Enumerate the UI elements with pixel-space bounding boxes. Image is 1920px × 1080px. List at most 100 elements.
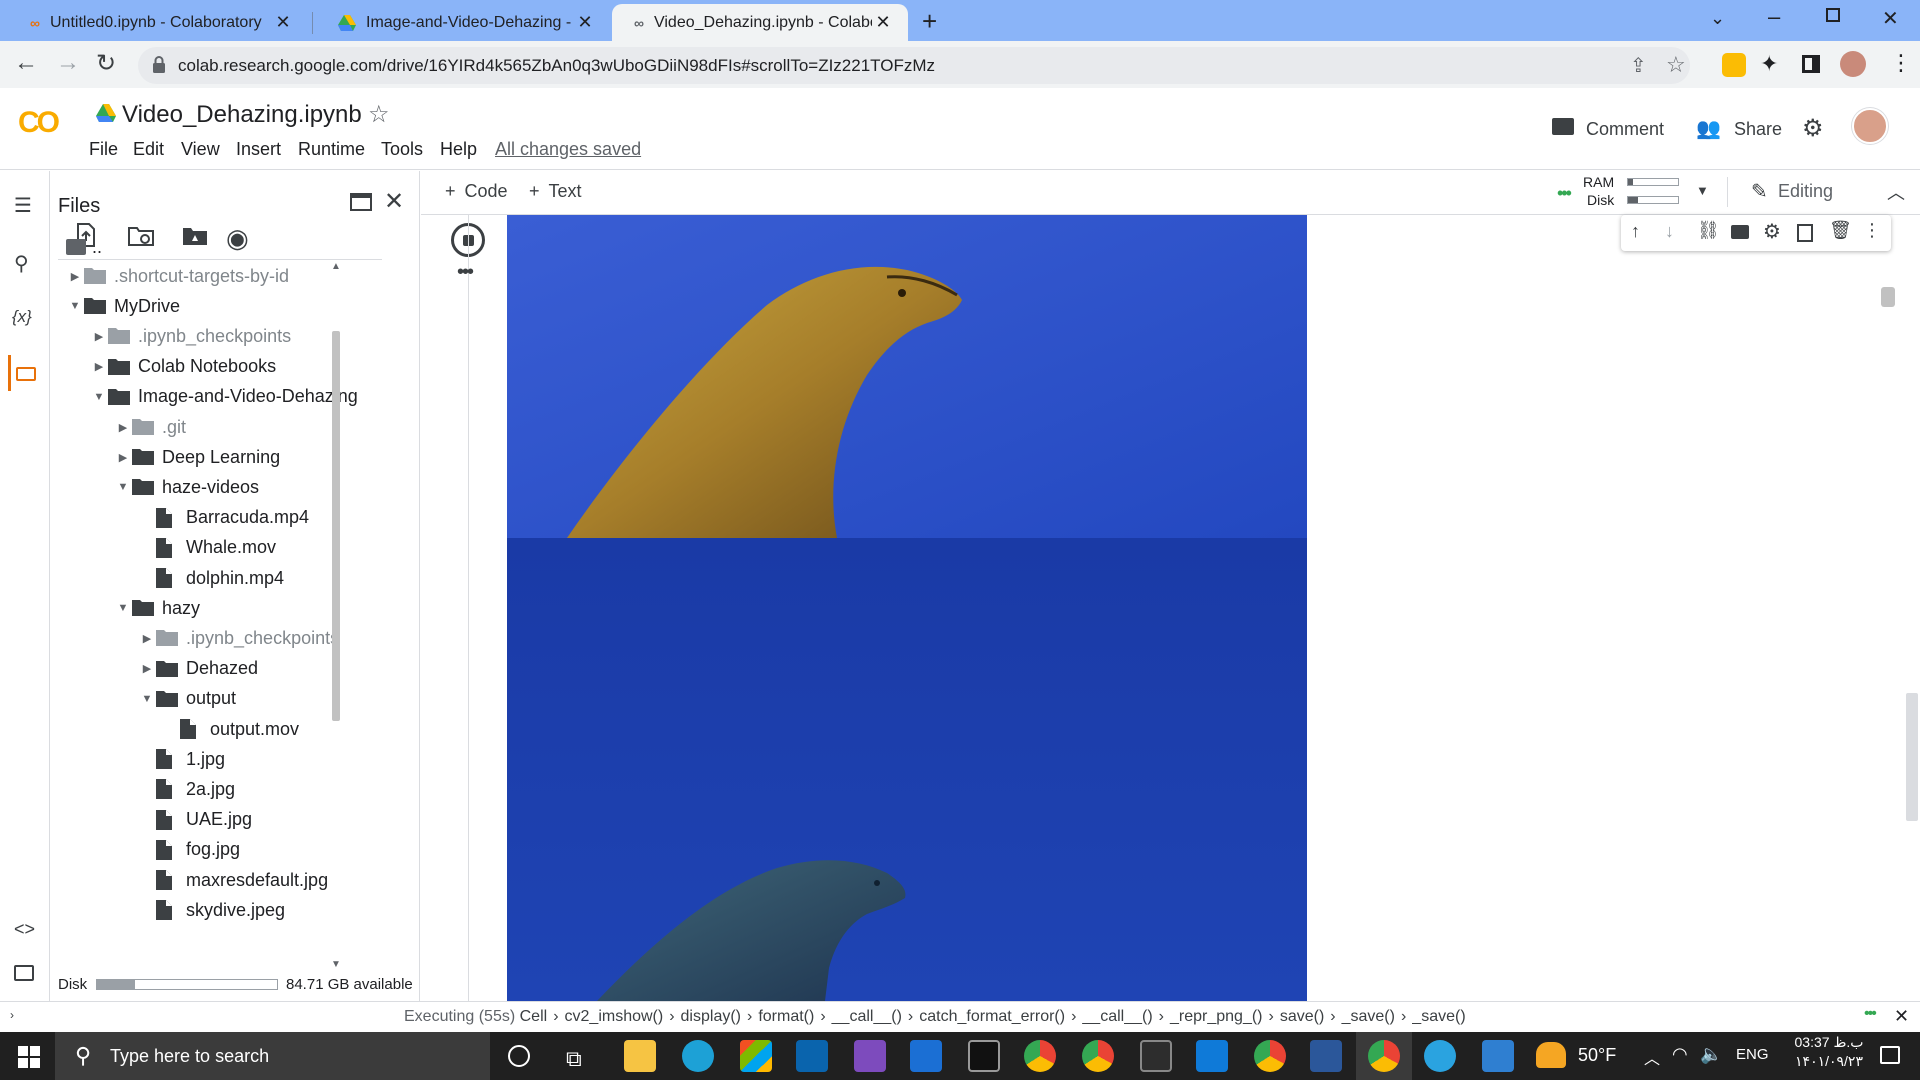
code-snippets-icon[interactable]: <> [14, 919, 35, 940]
cell-settings-gear-icon[interactable]: ⚙ [1763, 219, 1781, 244]
volume-icon[interactable]: 🔈 [1700, 1044, 1722, 1065]
taskbar-search-box[interactable]: ⚲ Type here to search [55, 1032, 490, 1080]
notebook-scrollbar-thumb[interactable] [1906, 693, 1918, 821]
close-status-icon[interactable]: ✕ [1894, 1006, 1909, 1027]
media-player-icon[interactable] [910, 1040, 942, 1072]
menu-edit[interactable]: Edit [133, 139, 164, 160]
folder-icon[interactable] [16, 367, 36, 381]
extensions-puzzle-icon[interactable]: ✦ [1760, 51, 1778, 77]
star-notebook-icon[interactable]: ☆ [368, 100, 390, 129]
edge-browser-icon[interactable] [682, 1040, 714, 1072]
folder-row[interactable]: ▼ hazy [114, 594, 200, 622]
collapse-arrow-icon[interactable]: ▼ [138, 693, 156, 705]
ram-meter[interactable] [1627, 178, 1679, 186]
reload-icon[interactable]: ↻ [96, 49, 116, 78]
file-row[interactable]: UAE.jpg [138, 806, 252, 834]
tab-search-chevron-icon[interactable]: ⌄ [1710, 8, 1725, 29]
open-in-tab-icon[interactable] [350, 193, 372, 211]
tab-close-icon[interactable]: ✕ [574, 12, 596, 33]
folder-row[interactable]: ▶ .ipynb_checkpoints [138, 624, 339, 652]
mail-icon[interactable] [796, 1040, 828, 1072]
folder-row[interactable]: ▶ .shortcut-targets-by-id [66, 262, 289, 290]
mirror-cell-icon[interactable] [1797, 224, 1813, 242]
file-row[interactable]: maxresdefault.jpg [138, 866, 328, 894]
share-button[interactable]: Share [1734, 119, 1782, 140]
menu-runtime[interactable]: Runtime [298, 139, 365, 160]
expand-arrow-icon[interactable]: ▶ [114, 451, 132, 464]
expand-arrow-icon[interactable]: ▶ [66, 270, 84, 283]
execution-stack[interactable]: Executing (55s) Cell › cv2_imshow() › displa… [404, 1008, 1466, 1026]
share-page-icon[interactable]: ⇪ [1630, 53, 1647, 78]
output-more-dots-icon[interactable]: ••• [457, 261, 474, 284]
side-panel-icon[interactable] [1802, 55, 1820, 73]
windows-start-icon[interactable] [18, 1046, 40, 1068]
file-row[interactable]: Barracuda.mp4 [138, 504, 309, 532]
task-view-icon[interactable]: ⧉ [566, 1046, 582, 1072]
window-restore-icon[interactable] [1826, 8, 1840, 22]
search-icon[interactable]: ⚲ [14, 251, 29, 276]
folder-row[interactable]: ▼ MyDrive [66, 292, 180, 320]
tab-close-icon[interactable]: ✕ [872, 12, 894, 33]
taskbar-clock[interactable]: 03:37 ب.ظ ۱۴۰۱/۰۹/۲۳ [1784, 1034, 1874, 1070]
resources-dropdown-icon[interactable]: ▼ [1696, 183, 1709, 198]
expand-arrow-icon[interactable]: ▶ [138, 662, 156, 675]
folder-row[interactable]: ▶ Deep Learning [114, 443, 280, 471]
browser-tab-github-repo[interactable]: Image-and-Video-Dehazing - Go ✕ [316, 4, 610, 41]
chrome-profile-icon[interactable] [1082, 1040, 1114, 1072]
parent-directory-row[interactable]: .. [66, 233, 102, 261]
file-explorer-icon[interactable] [624, 1040, 656, 1072]
delete-cell-trash-icon[interactable]: 🗑 [1829, 220, 1852, 241]
folder-row[interactable]: ▶ Colab Notebooks [90, 353, 276, 381]
folder-row[interactable]: ▶ Dehazed [138, 655, 258, 683]
folder-row[interactable]: ▼ output [138, 685, 237, 713]
chrome-active-icon[interactable] [1368, 1040, 1400, 1072]
disk-meter[interactable] [1627, 196, 1679, 204]
folder-row[interactable]: ▶ .git [114, 413, 186, 441]
vscode-icon[interactable] [1196, 1040, 1228, 1072]
collapse-header-chevron-icon[interactable]: ︿ [1887, 179, 1905, 205]
expand-arrow-icon[interactable]: ▶ [114, 421, 132, 434]
mount-drive-icon[interactable] [182, 225, 208, 247]
file-row[interactable]: 1.jpg [138, 745, 225, 773]
profile-avatar[interactable] [1840, 51, 1866, 77]
collapse-arrow-icon[interactable]: ▼ [114, 481, 132, 493]
expand-arrow-icon[interactable]: ▶ [90, 330, 108, 343]
status-expand-chevron-icon[interactable]: › [10, 1008, 14, 1022]
notifications-icon[interactable] [1880, 1046, 1900, 1064]
add-text-button[interactable]: + Text [529, 181, 582, 202]
file-row[interactable]: output.mov [162, 715, 299, 743]
menu-help[interactable]: Help [440, 139, 477, 160]
browser-tab-video-dehazing[interactable]: ∞ Video_Dehazing.ipynb - Colabora ✕ [612, 4, 908, 41]
menu-tools[interactable]: Tools [381, 139, 423, 160]
new-tab-icon[interactable]: + [922, 6, 937, 37]
menu-file[interactable]: File [89, 139, 118, 160]
menu-insert[interactable]: Insert [236, 139, 281, 160]
scrollbar-thumb[interactable] [332, 331, 340, 721]
forward-arrow-icon[interactable]: → [56, 49, 80, 77]
variables-icon[interactable]: {x} [12, 307, 32, 327]
visual-studio-icon[interactable] [854, 1040, 886, 1072]
account-avatar[interactable] [1852, 108, 1888, 144]
cell-output-scroll-thumb[interactable] [1881, 287, 1895, 307]
telegram-icon[interactable] [1424, 1040, 1456, 1072]
chrome-icon[interactable] [1024, 1040, 1056, 1072]
input-language[interactable]: ENG [1736, 1046, 1769, 1063]
collapse-arrow-icon[interactable]: ▼ [90, 391, 108, 403]
settings-gear-icon[interactable]: ⚙ [1802, 114, 1824, 143]
photos-icon[interactable] [1482, 1040, 1514, 1072]
weather-icon[interactable] [1536, 1042, 1566, 1068]
window-close-icon[interactable]: ✕ [1882, 6, 1899, 31]
folder-row[interactable]: ▼ haze-videos [114, 473, 260, 501]
table-of-contents-icon[interactable]: ☰ [14, 193, 32, 218]
close-panel-icon[interactable]: ✕ [384, 187, 404, 216]
refresh-folder-icon[interactable] [128, 225, 154, 247]
wifi-icon[interactable]: ◠ [1672, 1044, 1688, 1065]
folder-row[interactable]: ▼ Image-and-Video-Dehazing [90, 383, 358, 411]
cortana-icon[interactable] [508, 1045, 530, 1067]
bookmark-star-icon[interactable]: ☆ [1666, 52, 1686, 78]
file-row[interactable]: fog.jpg [138, 836, 240, 864]
terminal-icon[interactable] [968, 1040, 1000, 1072]
move-cell-down-icon[interactable]: ↓ [1665, 221, 1674, 242]
collapse-arrow-icon[interactable]: ▼ [114, 602, 132, 614]
notebook-title[interactable]: Video_Dehazing.ipynb [122, 101, 362, 129]
